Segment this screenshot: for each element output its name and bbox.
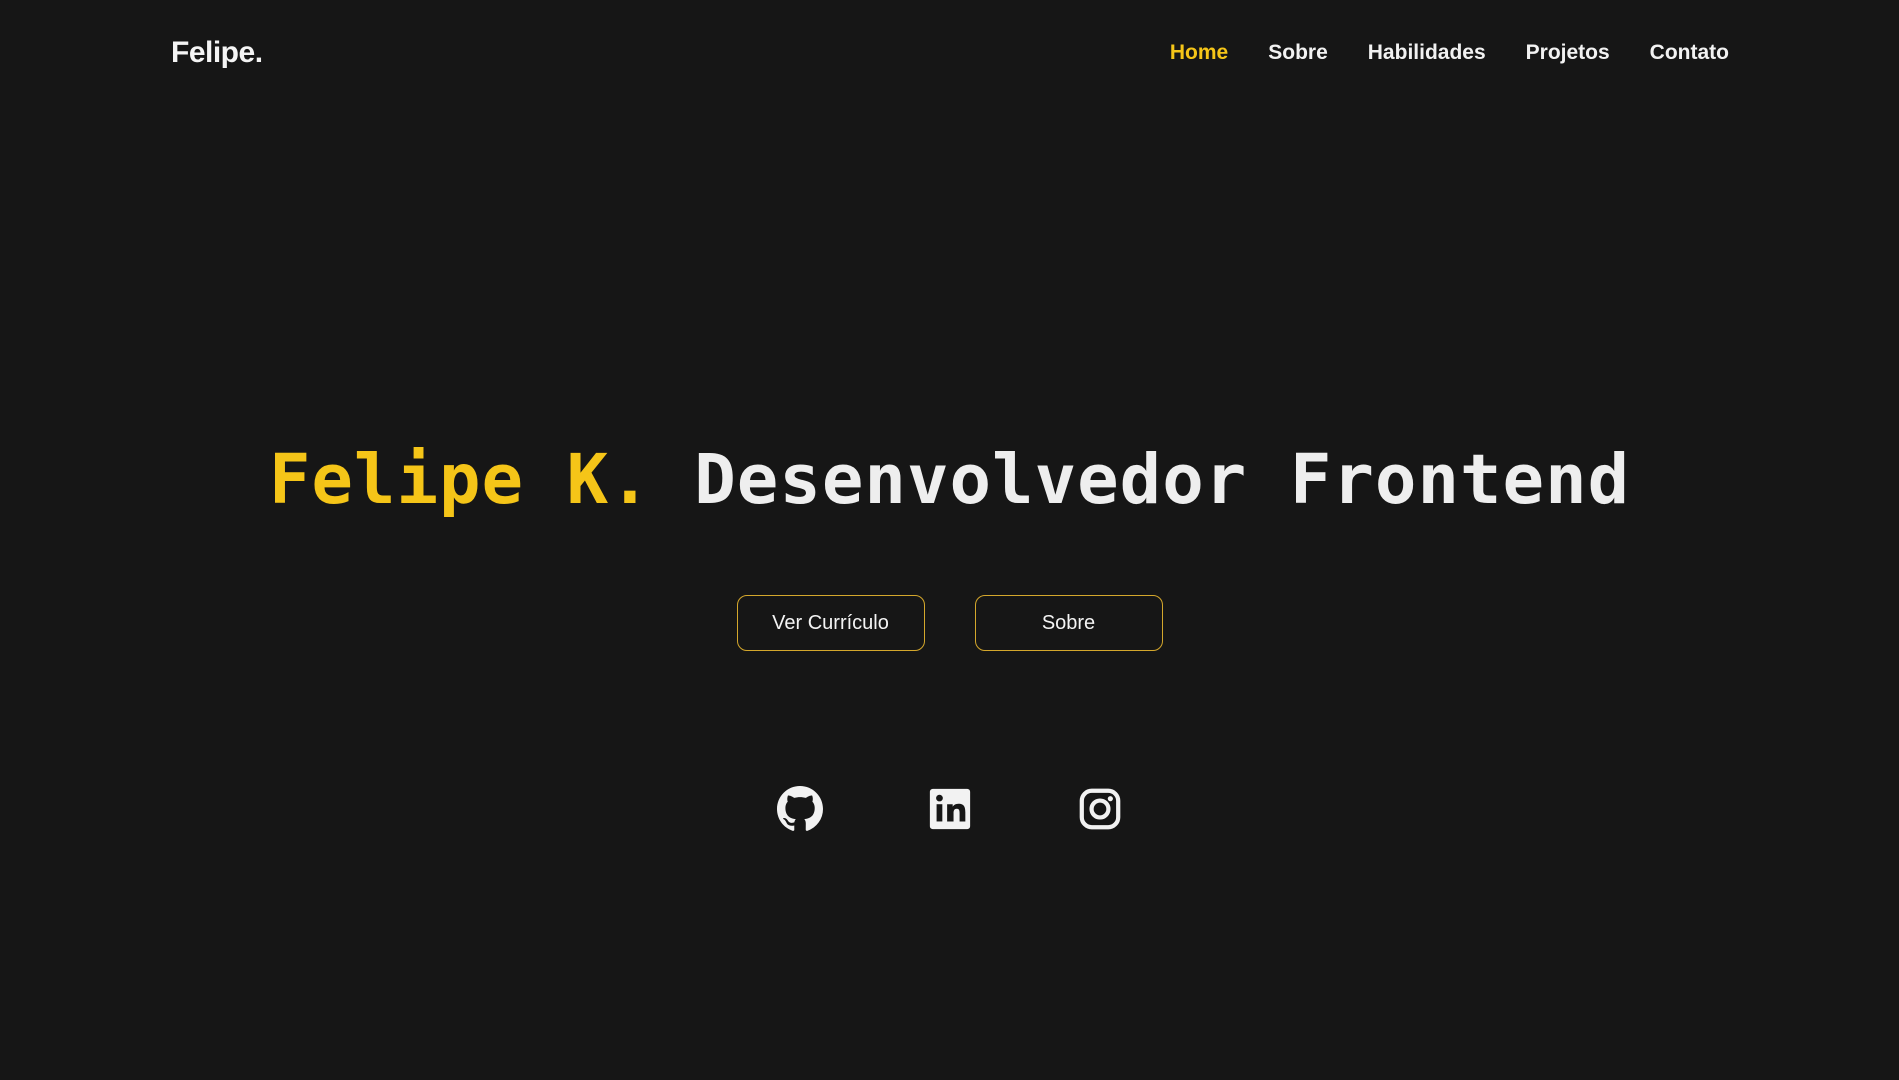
instagram-link[interactable]: [1077, 786, 1123, 832]
nav-link-habilidades[interactable]: Habilidades: [1368, 41, 1486, 65]
linkedin-link[interactable]: [927, 786, 973, 832]
site-header: Felipe. Home Sobre Habilidades Projetos …: [0, 0, 1899, 112]
resume-button[interactable]: Ver Currículo: [736, 595, 925, 651]
nav-link-sobre[interactable]: Sobre: [1268, 41, 1328, 65]
linkedin-icon: [929, 788, 970, 830]
social-links: [0, 786, 1899, 832]
nav-link-contato[interactable]: Contato: [1650, 41, 1729, 65]
github-link[interactable]: [776, 786, 823, 832]
hero-role: Desenvolvedor Frontend: [694, 440, 1631, 520]
hero-buttons: Ver Currículo Sobre: [0, 595, 1899, 651]
site-logo[interactable]: Felipe.: [171, 36, 263, 70]
main-nav: Home Sobre Habilidades Projetos Contato: [1170, 41, 1729, 65]
hero-name: Felipe K.: [268, 440, 652, 520]
instagram-icon: [1079, 788, 1120, 830]
hero-title: Felipe K. Desenvolvedor Frontend: [0, 440, 1899, 520]
github-icon: [776, 786, 823, 831]
about-button[interactable]: Sobre: [974, 595, 1163, 651]
nav-link-projetos[interactable]: Projetos: [1526, 41, 1610, 65]
nav-link-home[interactable]: Home: [1170, 41, 1228, 65]
